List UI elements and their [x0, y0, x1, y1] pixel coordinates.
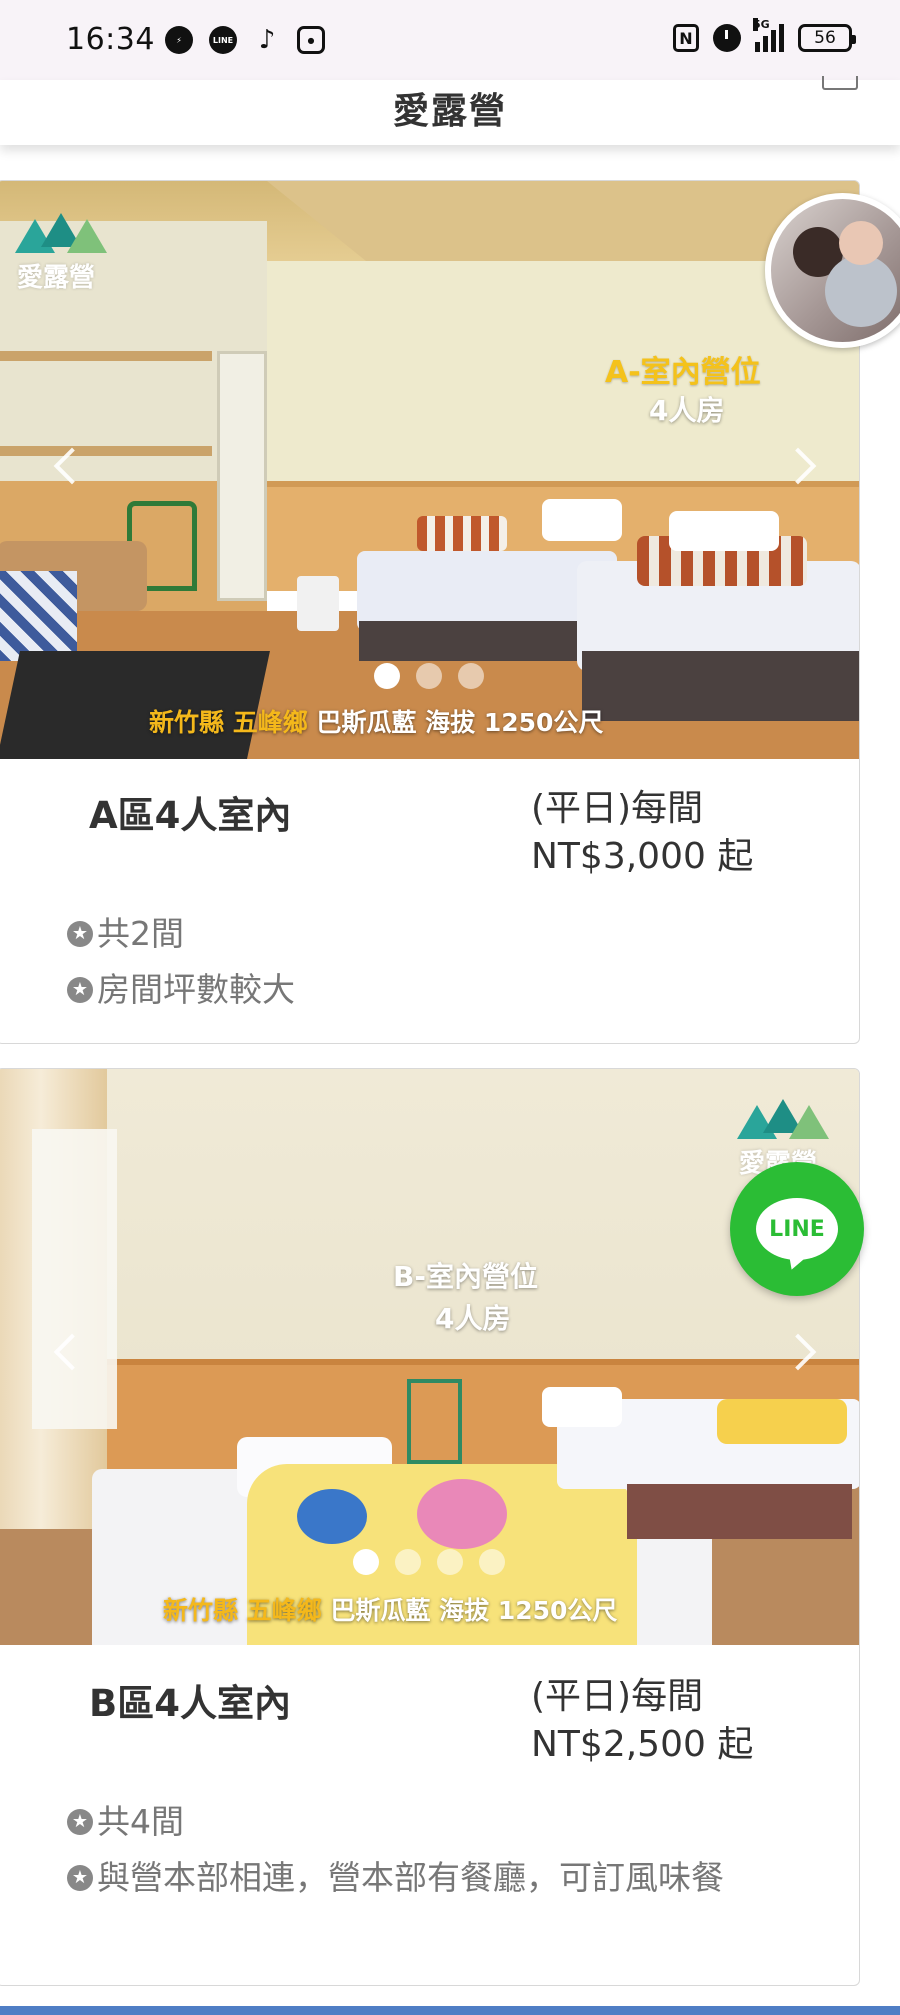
price-period: (平日)每間 — [531, 788, 704, 829]
room-photo-carousel[interactable]: 愛露營 B-室內營位 4人房 新竹縣 五峰鄉 巴斯瓜藍 海拔 1250公尺 — [0, 1069, 859, 1645]
price-amount: NT$3,000 起 — [531, 836, 754, 877]
blanket-pattern — [297, 1489, 367, 1544]
bathroom-door — [217, 351, 267, 601]
feature-text: 房間坪數較大 — [97, 970, 295, 1009]
feature-text: 與營本部相連，營本部有餐廳，可訂風味餐 — [97, 1858, 724, 1897]
network-type: 5G — [753, 18, 770, 31]
photo-overlay-subtitle: 4人房 — [435, 1302, 511, 1335]
shelf-bottom — [0, 446, 212, 456]
carousel-indicators — [0, 663, 859, 689]
carousel-dot[interactable] — [416, 663, 442, 689]
room-card-a[interactable]: 愛露營 A-室內營位 4人房 新竹縣 五峰鄉 巴斯瓜藍 海拔 1250公尺 A區… — [0, 180, 860, 1044]
status-time: 16:34 — [66, 22, 155, 57]
pillow-right — [669, 511, 779, 551]
logo-tent-icon — [67, 219, 107, 253]
line-icon: LINE — [209, 26, 237, 54]
shelf-top — [0, 351, 212, 361]
line-chat-button[interactable]: LINE — [730, 1162, 864, 1296]
alarm-icon — [713, 24, 741, 52]
carousel-dot[interactable] — [479, 1549, 505, 1575]
window-sheer — [32, 1129, 117, 1429]
room-price: (平日)每間 NT$3,000 起 — [531, 785, 753, 881]
pillow-back — [542, 1387, 622, 1427]
carousel-dot[interactable] — [458, 663, 484, 689]
carousel-dot[interactable] — [353, 1549, 379, 1575]
location-detail: 巴斯瓜藍 海拔 1250公尺 — [316, 708, 604, 737]
tiktok-icon: ♪ — [258, 25, 276, 55]
location-detail: 巴斯瓜藍 海拔 1250公尺 — [330, 1596, 618, 1625]
menu-icon[interactable] — [822, 76, 858, 90]
feature-text: 共4間 — [97, 1802, 184, 1841]
next-card-edge — [0, 2006, 900, 2015]
battery-icon: 56 — [798, 24, 856, 52]
price-period: (平日)每間 — [531, 1676, 704, 1717]
star-icon: ★ — [67, 1809, 93, 1835]
bed-back-base — [627, 1484, 852, 1539]
photo-overlay-subtitle: 4人房 — [649, 394, 725, 427]
plaid-sofa — [0, 571, 77, 661]
room-price: (平日)每間 NT$2,500 起 — [531, 1673, 753, 1769]
status-bar: 16:34 ⚡ LINE ♪ ● N 5G 56 — [0, 0, 900, 80]
messenger-icon: ⚡ — [165, 26, 193, 54]
yellow-blanket-back — [717, 1399, 847, 1444]
room-feature: ★ 共2間 — [67, 907, 827, 961]
photo-overlay-title: B-室內營位 — [393, 1260, 538, 1293]
location-county: 新竹縣 五峰鄉 — [163, 1596, 322, 1625]
room-name[interactable]: B區4人室內 — [89, 1673, 291, 1727]
photo-location: 新竹縣 五峰鄉 巴斯瓜藍 海拔 1250公尺 — [149, 703, 603, 739]
location-county: 新竹縣 五峰鄉 — [149, 708, 308, 737]
carousel-dot[interactable] — [437, 1549, 463, 1575]
price-amount: NT$2,500 起 — [531, 1724, 754, 1765]
bed-left-blanket — [417, 516, 507, 551]
carousel-indicators — [0, 1549, 859, 1575]
status-system-icons: N 5G 56 — [673, 18, 856, 52]
green-nightstand — [407, 1379, 462, 1464]
site-header: 愛露營 — [0, 76, 900, 145]
blanket-pattern — [417, 1479, 507, 1549]
logo-tent-icon — [789, 1105, 829, 1139]
site-title[interactable]: 愛露營 — [0, 82, 900, 134]
carousel-dot[interactable] — [374, 663, 400, 689]
trash-bin — [297, 576, 339, 631]
photo-overlay-title: A-室內營位 — [605, 355, 761, 390]
signal-icon: 5G — [753, 18, 784, 52]
room-feature: ★ 共4間 — [67, 1795, 807, 1849]
room-feature: ★ 與營本部相連，營本部有餐廳，可訂風味餐 — [67, 1851, 787, 1905]
star-icon: ★ — [67, 977, 93, 1003]
nfc-icon: N — [673, 24, 699, 52]
room-photo-carousel[interactable]: 愛露營 A-室內營位 4人房 新竹縣 五峰鄉 巴斯瓜藍 海拔 1250公尺 — [0, 181, 859, 759]
star-icon: ★ — [67, 921, 93, 947]
carousel-dot[interactable] — [395, 1549, 421, 1575]
room-name[interactable]: A區4人室內 — [89, 785, 291, 839]
status-app-icons: ⚡ LINE ♪ ● — [165, 25, 325, 55]
room-feature: ★ 房間坪數較大 — [67, 963, 827, 1017]
line-chat-icon: LINE — [756, 1198, 838, 1260]
feature-text: 共2間 — [97, 914, 184, 953]
photo-location: 新竹縣 五峰鄉 巴斯瓜藍 海拔 1250公尺 — [163, 1591, 617, 1627]
watermark-text: 愛露營 — [17, 263, 96, 293]
room-card-b[interactable]: 愛露營 B-室內營位 4人房 新竹縣 五峰鄉 巴斯瓜藍 海拔 1250公尺 B區… — [0, 1068, 860, 1986]
star-icon: ★ — [67, 1865, 93, 1891]
pillow-left — [542, 499, 622, 541]
instagram-icon: ● — [297, 26, 325, 54]
